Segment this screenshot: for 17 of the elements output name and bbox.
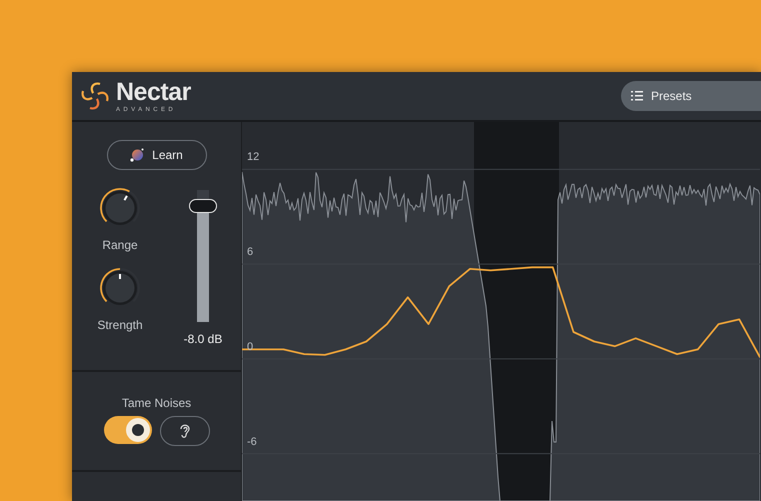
tame-noises-label: Tame Noises [122, 395, 192, 412]
listen-button[interactable] [160, 416, 210, 446]
learn-icon [130, 148, 144, 162]
axis-label: -6 [247, 436, 257, 448]
app-name: Nectar [116, 80, 191, 104]
knob-label: Strength [97, 317, 143, 334]
fader-handle[interactable] [189, 198, 217, 213]
logo-icon [80, 81, 110, 111]
presets-button[interactable]: Presets [621, 81, 761, 111]
knob-label: Range [102, 237, 138, 254]
axis-label: 12 [247, 152, 260, 164]
learn-button[interactable]: Learn [106, 140, 206, 170]
fader-reading: -8.0 dB [184, 331, 222, 348]
tame-noises-toggle[interactable] [104, 416, 152, 444]
ear-icon [178, 423, 190, 439]
axis-label: 6 [247, 247, 254, 258]
list-icon [631, 91, 643, 101]
